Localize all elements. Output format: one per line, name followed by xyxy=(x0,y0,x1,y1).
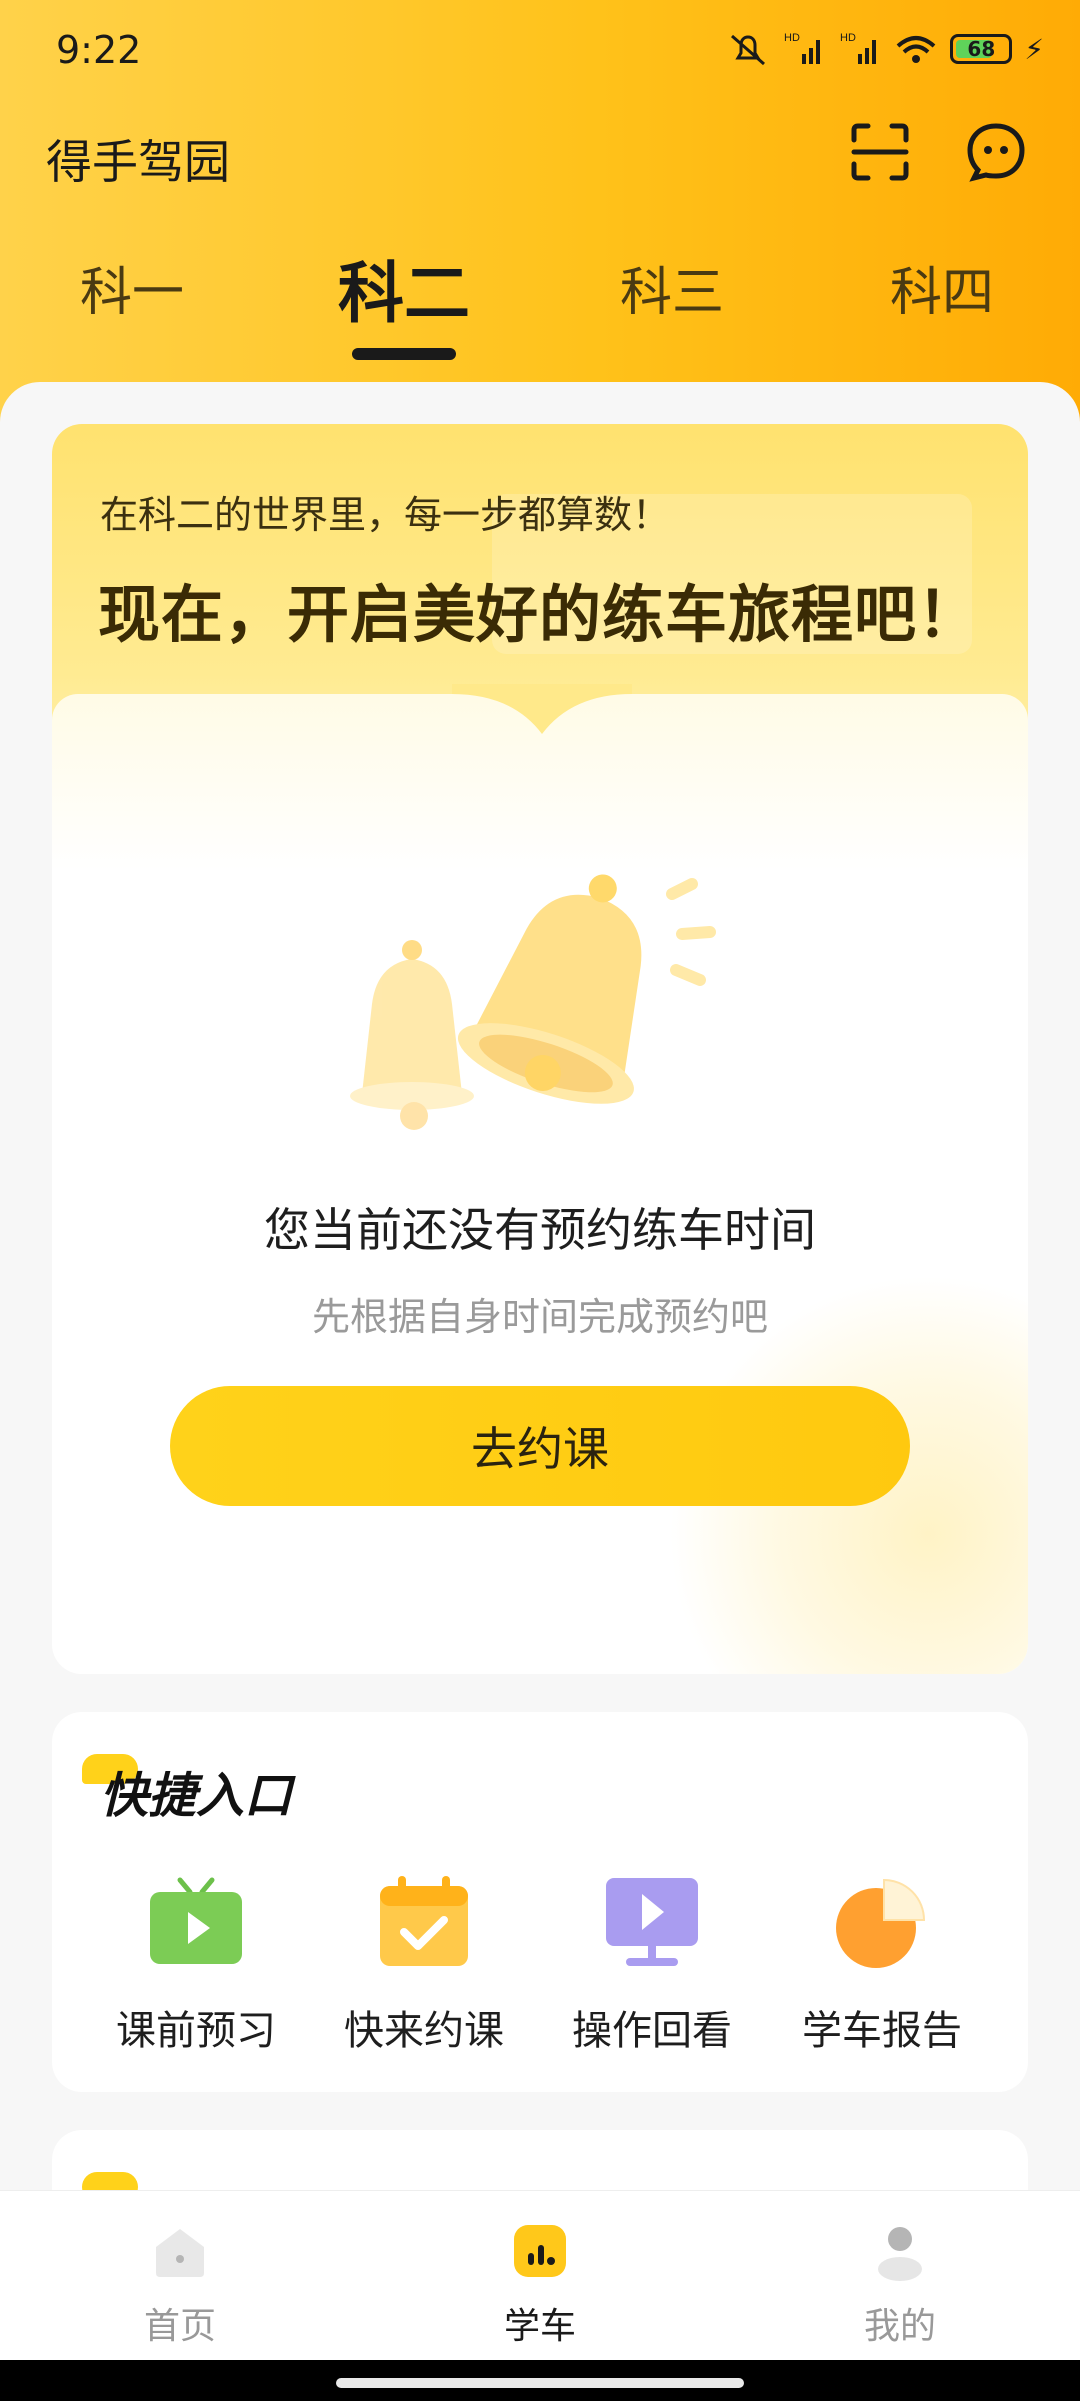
empty-state-title: 您当前还没有预约练车时间 xyxy=(264,1203,816,1257)
home-icon xyxy=(156,2229,204,2277)
app-title: 得手驾园 xyxy=(46,135,230,189)
report-pie-icon xyxy=(836,1878,926,1968)
nav-item-home[interactable]: 首页 xyxy=(80,2221,280,2349)
status-icons: HD HD 68 ⚡ xyxy=(726,30,1044,68)
quick-item-preview[interactable]: 课前预习 xyxy=(96,1872,296,2056)
svg-text:HD: HD xyxy=(784,32,800,44)
quick-item-label: 操作回看 xyxy=(572,2008,732,2054)
quick-item-label: 课前预习 xyxy=(116,2008,276,2054)
bell-illustration-icon xyxy=(350,874,716,1130)
empty-state-subtitle: 先根据自身时间完成预约吧 xyxy=(311,1295,768,1339)
nav-label: 我的 xyxy=(863,2306,936,2347)
nav-item-learn[interactable]: 学车 xyxy=(440,2221,640,2349)
mute-bell-icon xyxy=(731,34,766,66)
panel-notch xyxy=(452,684,632,734)
quick-item-report[interactable]: 学车报告 xyxy=(782,1872,982,2056)
quick-item-label: 学车报告 xyxy=(802,2008,962,2054)
nav-item-profile[interactable]: 我的 xyxy=(800,2221,1000,2349)
quick-entry-card: 快捷入口 课前预习 快来约课 操作回看 学车报告 xyxy=(52,1712,1028,2092)
quick-item-booking[interactable]: 快来约课 xyxy=(324,1872,524,2056)
tab-subject-2[interactable]: 科二 xyxy=(338,240,470,336)
signal-hd-2-icon: HD xyxy=(840,32,877,64)
home-gesture-bar[interactable] xyxy=(336,2378,744,2388)
calendar-check-icon xyxy=(380,1876,468,1966)
learn-chart-icon xyxy=(514,2225,566,2277)
profile-icon xyxy=(878,2227,922,2281)
nav-label: 首页 xyxy=(143,2306,216,2347)
quick-entry-title: 快捷入口 xyxy=(100,1768,293,1824)
quick-item-replay[interactable]: 操作回看 xyxy=(552,1872,752,2056)
card-subtitle: 在科二的世界里，每一步都算数！ xyxy=(100,493,671,537)
scan-icon[interactable] xyxy=(848,120,912,184)
book-lesson-button[interactable]: 去约课 xyxy=(170,1386,910,1506)
wifi-icon xyxy=(897,36,936,63)
status-time: 9:22 xyxy=(56,28,142,72)
message-icon[interactable] xyxy=(964,120,1028,184)
active-tab-indicator xyxy=(352,348,456,360)
svg-text:HD: HD xyxy=(840,32,856,44)
nav-label: 学车 xyxy=(503,2306,576,2347)
booking-card: 在科二的世界里，每一步都算数！ 现在，开启美好的练车旅程吧！ 您当前还没有预约练… xyxy=(52,424,1028,1674)
quick-item-label: 快来约课 xyxy=(344,2008,504,2054)
subject-tabs: 科一 科二 科三 科四 xyxy=(0,250,1080,370)
tab-subject-4[interactable]: 科四 xyxy=(890,250,994,325)
tv-play-icon xyxy=(150,1877,242,1964)
monitor-play-icon xyxy=(606,1878,698,1966)
battery-level: 68 xyxy=(967,37,996,61)
signal-hd-icon: HD xyxy=(784,32,821,64)
bottom-navigation: 首页 学车 我的 xyxy=(0,2190,1080,2361)
tab-subject-3[interactable]: 科三 xyxy=(620,250,724,325)
tab-subject-1[interactable]: 科一 xyxy=(80,250,184,325)
card-headline: 现在，开启美好的练车旅程吧！ xyxy=(98,578,981,651)
charging-icon: ⚡ xyxy=(1024,32,1044,66)
battery-indicator: 68 xyxy=(950,34,1013,64)
